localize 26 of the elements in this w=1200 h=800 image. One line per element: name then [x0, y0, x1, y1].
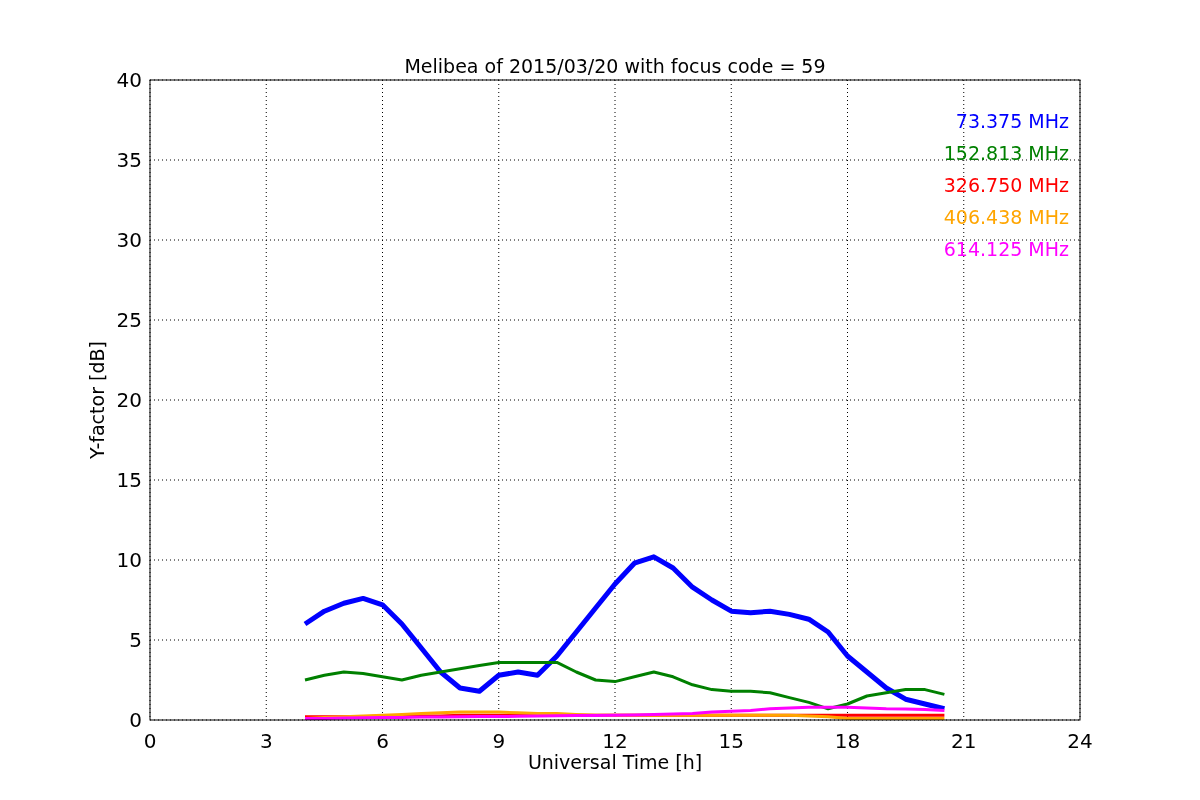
tick-label: 18 [834, 729, 861, 753]
legend-label: 614.125 MHz [943, 238, 1069, 260]
tick-label: 40 [116, 68, 142, 92]
tick-label: 12 [602, 729, 628, 753]
tick-label: 21 [951, 729, 977, 753]
tick-label: 10 [116, 548, 142, 572]
axis-label: Y-factor [dB] [86, 341, 108, 459]
tick-label: 3 [259, 729, 273, 753]
legend-label: 152.813 MHz [943, 142, 1069, 164]
tick-label: 24 [1067, 729, 1093, 753]
tick-label: 20 [116, 388, 142, 412]
legend-label: 73.375 MHz [955, 110, 1069, 132]
legend-label: 326.750 MHz [943, 174, 1069, 196]
tick-label: 5 [129, 628, 142, 652]
tick-label: 25 [116, 308, 142, 332]
axis-label: Universal Time [h] [527, 751, 703, 773]
tick-label: 15 [116, 468, 142, 492]
tick-label: 6 [376, 729, 389, 753]
legend-label: 406.438 MHz [943, 206, 1069, 228]
tick-label: 35 [116, 148, 142, 172]
chart-title: Melibea of 2015/03/20 with focus code = 59 [404, 55, 826, 77]
tick-label: 9 [492, 729, 506, 753]
tick-label: 30 [116, 228, 142, 252]
tick-label: 15 [718, 729, 744, 753]
tick-label: 0 [129, 708, 142, 732]
tick-label: 0 [143, 729, 157, 753]
